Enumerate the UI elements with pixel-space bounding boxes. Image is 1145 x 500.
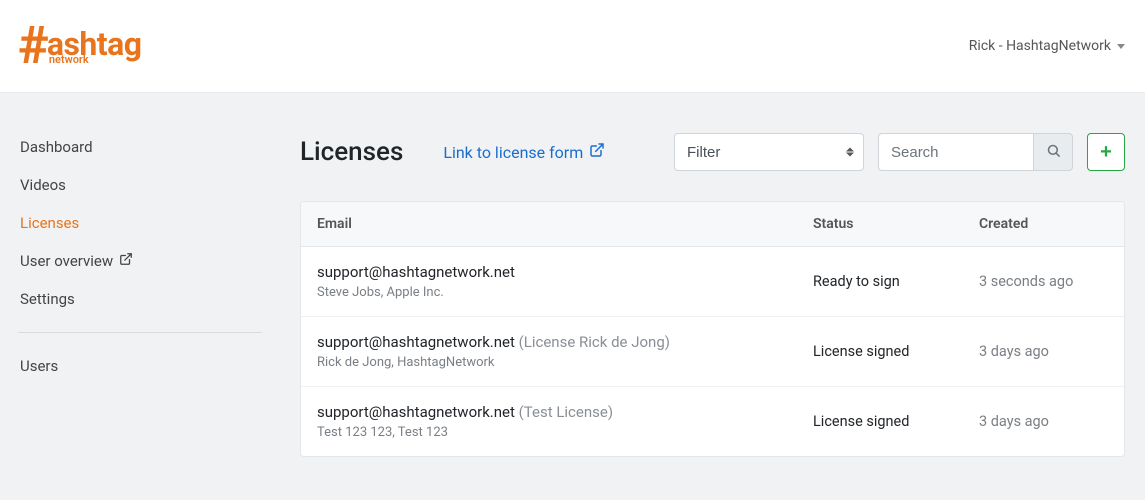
row-created: 3 days ago — [979, 413, 1108, 430]
row-sub: Rick de Jong, HashtagNetwork — [317, 355, 813, 370]
row-email: support@hashtagnetwork.net — [317, 333, 515, 351]
col-header-created: Created — [979, 216, 1108, 232]
logo[interactable]: # ashtag network — [18, 20, 142, 72]
row-status: Ready to sign — [813, 273, 979, 290]
chevron-down-icon — [1117, 44, 1125, 49]
row-status: License signed — [813, 343, 979, 360]
page-title: Licenses — [300, 137, 403, 167]
external-link-icon — [119, 252, 133, 270]
sidebar-item-user-overview[interactable]: User overview — [0, 242, 280, 280]
row-sub: Test 123 123, Test 123 — [317, 425, 813, 440]
sidebar: Dashboard Videos Licenses User overview … — [0, 93, 280, 500]
table-row[interactable]: support@hashtagnetwork.net Steve Jobs, A… — [301, 247, 1124, 317]
logo-hash-icon: # — [18, 20, 49, 72]
external-link-icon — [589, 142, 605, 162]
row-created: 3 days ago — [979, 343, 1108, 360]
user-menu[interactable]: Rick - HashtagNetwork — [969, 38, 1125, 54]
table-row[interactable]: support@hashtagnetwork.net (License Rick… — [301, 317, 1124, 387]
form-link-label: Link to license form — [443, 143, 583, 162]
table-header: Email Status Created — [301, 202, 1124, 247]
sidebar-item-settings[interactable]: Settings — [0, 280, 280, 318]
col-header-status: Status — [813, 216, 979, 232]
plus-icon: + — [1100, 142, 1112, 162]
search-button[interactable] — [1033, 133, 1073, 171]
main-content: Licenses Link to license form Filter — [280, 93, 1145, 500]
search-input[interactable] — [878, 133, 1033, 171]
row-tag: (License Rick de Jong) — [515, 333, 670, 351]
filter-select[interactable]: Filter — [674, 133, 864, 171]
licenses-table: Email Status Created support@hashtagnetw… — [300, 201, 1125, 457]
row-email: support@hashtagnetwork.net — [317, 403, 515, 421]
col-header-email: Email — [317, 216, 813, 232]
sidebar-item-users[interactable]: Users — [0, 347, 280, 385]
add-button[interactable]: + — [1087, 133, 1125, 171]
search-icon — [1046, 143, 1061, 161]
sidebar-item-licenses[interactable]: Licenses — [0, 204, 280, 242]
user-label: Rick - HashtagNetwork — [969, 38, 1111, 54]
sidebar-item-label: User overview — [20, 252, 113, 270]
sidebar-item-label: Settings — [20, 290, 75, 308]
logo-sub-text: network — [49, 54, 142, 65]
header: # ashtag network Rick - HashtagNetwork — [0, 0, 1145, 93]
sidebar-divider — [18, 332, 262, 333]
sidebar-item-label: Dashboard — [20, 138, 93, 156]
sidebar-item-label: Licenses — [20, 214, 79, 232]
title-bar: Licenses Link to license form Filter — [300, 133, 1125, 171]
sidebar-item-dashboard[interactable]: Dashboard — [0, 128, 280, 166]
sidebar-item-label: Users — [20, 357, 58, 375]
row-created: 3 seconds ago — [979, 273, 1108, 290]
link-to-license-form[interactable]: Link to license form — [443, 142, 605, 162]
sidebar-item-videos[interactable]: Videos — [0, 166, 280, 204]
row-sub: Steve Jobs, Apple Inc. — [317, 285, 813, 300]
table-row[interactable]: support@hashtagnetwork.net (Test License… — [301, 387, 1124, 456]
row-email: support@hashtagnetwork.net — [317, 263, 515, 281]
sidebar-item-label: Videos — [20, 176, 66, 194]
row-status: License signed — [813, 413, 979, 430]
row-tag: (Test License) — [515, 403, 613, 421]
